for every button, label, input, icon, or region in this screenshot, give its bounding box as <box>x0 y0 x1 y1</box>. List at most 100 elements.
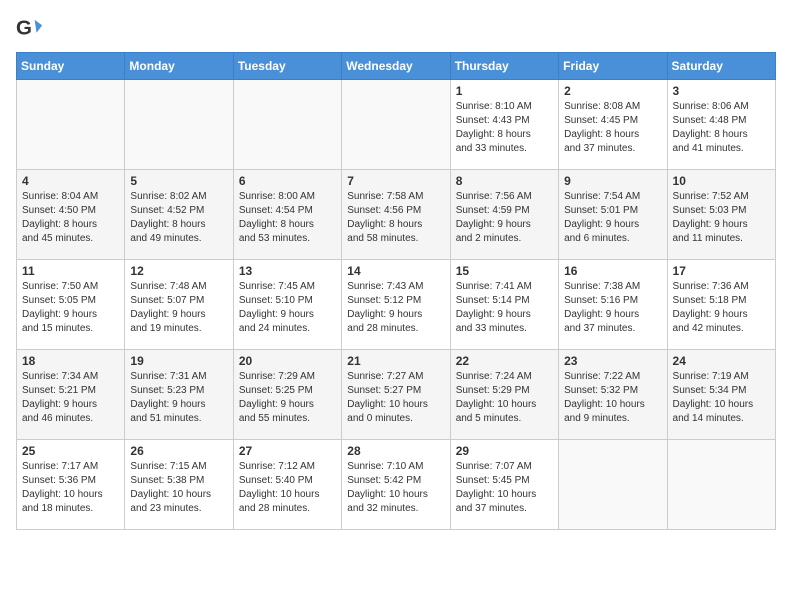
calendar-cell: 4 Sunrise: 8:04 AM Sunset: 4:50 PM Daylig… <box>17 170 125 260</box>
calendar-cell: 18 Sunrise: 7:34 AM Sunset: 5:21 PM Dayli… <box>17 350 125 440</box>
day-info: Sunrise: 7:19 AM Sunset: 5:34 PM Dayligh… <box>673 370 770 426</box>
day-header-thursday: Thursday <box>450 53 558 80</box>
calendar-week-3: 11Sunrise: 7:50 AM Sunset: 5:05 PM Dayli… <box>17 260 776 350</box>
calendar-cell: 2 Sunrise: 8:08 AM Sunset: 4:45 PM Daylig… <box>559 80 667 170</box>
day-number: 20 <box>239 354 336 368</box>
calendar-cell: 1 Sunrise: 8:10 AM Sunset: 4:43 PM Daylig… <box>450 80 558 170</box>
calendar-cell: 20 Sunrise: 7:29 AM Sunset: 5:25 PM Dayli… <box>233 350 341 440</box>
calendar-cell: 5 Sunrise: 8:02 AM Sunset: 4:52 PM Daylig… <box>125 170 233 260</box>
day-info: Sunrise: 8:04 AM Sunset: 4:50 PM Dayligh… <box>22 190 119 246</box>
day-header-wednesday: Wednesday <box>342 53 450 80</box>
day-number: 21 <box>347 354 444 368</box>
day-number: 19 <box>130 354 227 368</box>
day-info: Sunrise: 7:38 AM Sunset: 5:16 PM Dayligh… <box>564 280 661 336</box>
calendar-cell: 9 Sunrise: 7:54 AM Sunset: 5:01 PM Daylig… <box>559 170 667 260</box>
calendar-cell: 3 Sunrise: 8:06 AM Sunset: 4:48 PM Daylig… <box>667 80 775 170</box>
calendar-header-row: SundayMondayTuesdayWednesdayThursdayFrid… <box>17 53 776 80</box>
day-number: 25 <box>22 444 119 458</box>
day-info: Sunrise: 7:24 AM Sunset: 5:29 PM Dayligh… <box>456 370 553 426</box>
day-header-monday: Monday <box>125 53 233 80</box>
day-number: 15 <box>456 264 553 278</box>
calendar-cell: 11Sunrise: 7:50 AM Sunset: 5:05 PM Dayli… <box>17 260 125 350</box>
day-header-sunday: Sunday <box>17 53 125 80</box>
day-header-friday: Friday <box>559 53 667 80</box>
day-info: Sunrise: 7:36 AM Sunset: 5:18 PM Dayligh… <box>673 280 770 336</box>
calendar-cell: 21 Sunrise: 7:27 AM Sunset: 5:27 PM Dayli… <box>342 350 450 440</box>
day-number: 2 <box>564 84 661 98</box>
page-header: G <box>16 16 776 44</box>
calendar-cell: 13Sunrise: 7:45 AM Sunset: 5:10 PM Dayli… <box>233 260 341 350</box>
calendar-cell: 17 Sunrise: 7:36 AM Sunset: 5:18 PM Dayli… <box>667 260 775 350</box>
day-info: Sunrise: 7:22 AM Sunset: 5:32 PM Dayligh… <box>564 370 661 426</box>
day-info: Sunrise: 7:31 AM Sunset: 5:23 PM Dayligh… <box>130 370 227 426</box>
calendar-cell: 6 Sunrise: 8:00 AM Sunset: 4:54 PM Daylig… <box>233 170 341 260</box>
calendar-cell <box>125 80 233 170</box>
calendar-cell: 19 Sunrise: 7:31 AM Sunset: 5:23 PM Dayli… <box>125 350 233 440</box>
day-info: Sunrise: 7:17 AM Sunset: 5:36 PM Dayligh… <box>22 460 119 516</box>
calendar-cell <box>667 440 775 530</box>
svg-text:G: G <box>16 17 32 40</box>
day-number: 8 <box>456 174 553 188</box>
day-number: 11 <box>22 264 119 278</box>
day-number: 28 <box>347 444 444 458</box>
calendar-cell: 29 Sunrise: 7:07 AM Sunset: 5:45 PM Dayli… <box>450 440 558 530</box>
day-number: 3 <box>673 84 770 98</box>
day-info: Sunrise: 7:07 AM Sunset: 5:45 PM Dayligh… <box>456 460 553 516</box>
calendar-cell: 14Sunrise: 7:43 AM Sunset: 5:12 PM Dayli… <box>342 260 450 350</box>
calendar-cell: 24 Sunrise: 7:19 AM Sunset: 5:34 PM Dayli… <box>667 350 775 440</box>
day-number: 10 <box>673 174 770 188</box>
day-info: Sunrise: 7:34 AM Sunset: 5:21 PM Dayligh… <box>22 370 119 426</box>
day-number: 18 <box>22 354 119 368</box>
day-info: Sunrise: 8:00 AM Sunset: 4:54 PM Dayligh… <box>239 190 336 246</box>
day-number: 17 <box>673 264 770 278</box>
day-number: 24 <box>673 354 770 368</box>
logo-icon: G <box>16 16 44 44</box>
day-number: 4 <box>22 174 119 188</box>
day-info: Sunrise: 7:41 AM Sunset: 5:14 PM Dayligh… <box>456 280 553 336</box>
day-info: Sunrise: 7:12 AM Sunset: 5:40 PM Dayligh… <box>239 460 336 516</box>
calendar-cell: 23 Sunrise: 7:22 AM Sunset: 5:32 PM Dayli… <box>559 350 667 440</box>
day-info: Sunrise: 7:15 AM Sunset: 5:38 PM Dayligh… <box>130 460 227 516</box>
calendar-table: SundayMondayTuesdayWednesdayThursdayFrid… <box>16 52 776 530</box>
day-info: Sunrise: 7:52 AM Sunset: 5:03 PM Dayligh… <box>673 190 770 246</box>
day-info: Sunrise: 7:58 AM Sunset: 4:56 PM Dayligh… <box>347 190 444 246</box>
calendar-cell <box>17 80 125 170</box>
day-info: Sunrise: 8:10 AM Sunset: 4:43 PM Dayligh… <box>456 100 553 156</box>
day-info: Sunrise: 7:27 AM Sunset: 5:27 PM Dayligh… <box>347 370 444 426</box>
calendar-cell: 26 Sunrise: 7:15 AM Sunset: 5:38 PM Dayli… <box>125 440 233 530</box>
day-number: 23 <box>564 354 661 368</box>
day-info: Sunrise: 7:43 AM Sunset: 5:12 PM Dayligh… <box>347 280 444 336</box>
day-info: Sunrise: 7:48 AM Sunset: 5:07 PM Dayligh… <box>130 280 227 336</box>
day-info: Sunrise: 8:02 AM Sunset: 4:52 PM Dayligh… <box>130 190 227 246</box>
day-number: 6 <box>239 174 336 188</box>
day-number: 1 <box>456 84 553 98</box>
day-number: 29 <box>456 444 553 458</box>
day-info: Sunrise: 7:45 AM Sunset: 5:10 PM Dayligh… <box>239 280 336 336</box>
day-number: 12 <box>130 264 227 278</box>
calendar-week-2: 4 Sunrise: 8:04 AM Sunset: 4:50 PM Daylig… <box>17 170 776 260</box>
calendar-week-1: 1 Sunrise: 8:10 AM Sunset: 4:43 PM Daylig… <box>17 80 776 170</box>
calendar-cell <box>233 80 341 170</box>
day-number: 7 <box>347 174 444 188</box>
day-info: Sunrise: 8:08 AM Sunset: 4:45 PM Dayligh… <box>564 100 661 156</box>
day-header-tuesday: Tuesday <box>233 53 341 80</box>
day-info: Sunrise: 7:10 AM Sunset: 5:42 PM Dayligh… <box>347 460 444 516</box>
day-info: Sunrise: 7:56 AM Sunset: 4:59 PM Dayligh… <box>456 190 553 246</box>
day-number: 9 <box>564 174 661 188</box>
day-number: 27 <box>239 444 336 458</box>
day-info: Sunrise: 8:06 AM Sunset: 4:48 PM Dayligh… <box>673 100 770 156</box>
calendar-cell: 16Sunrise: 7:38 AM Sunset: 5:16 PM Dayli… <box>559 260 667 350</box>
day-info: Sunrise: 7:29 AM Sunset: 5:25 PM Dayligh… <box>239 370 336 426</box>
calendar-cell: 7 Sunrise: 7:58 AM Sunset: 4:56 PM Daylig… <box>342 170 450 260</box>
calendar-cell: 22 Sunrise: 7:24 AM Sunset: 5:29 PM Dayli… <box>450 350 558 440</box>
day-number: 26 <box>130 444 227 458</box>
day-number: 22 <box>456 354 553 368</box>
calendar-cell <box>559 440 667 530</box>
day-number: 5 <box>130 174 227 188</box>
calendar-cell: 25 Sunrise: 7:17 AM Sunset: 5:36 PM Dayli… <box>17 440 125 530</box>
day-header-saturday: Saturday <box>667 53 775 80</box>
calendar-week-5: 25 Sunrise: 7:17 AM Sunset: 5:36 PM Dayli… <box>17 440 776 530</box>
calendar-cell: 28 Sunrise: 7:10 AM Sunset: 5:42 PM Dayli… <box>342 440 450 530</box>
calendar-cell: 8 Sunrise: 7:56 AM Sunset: 4:59 PM Daylig… <box>450 170 558 260</box>
day-info: Sunrise: 7:54 AM Sunset: 5:01 PM Dayligh… <box>564 190 661 246</box>
